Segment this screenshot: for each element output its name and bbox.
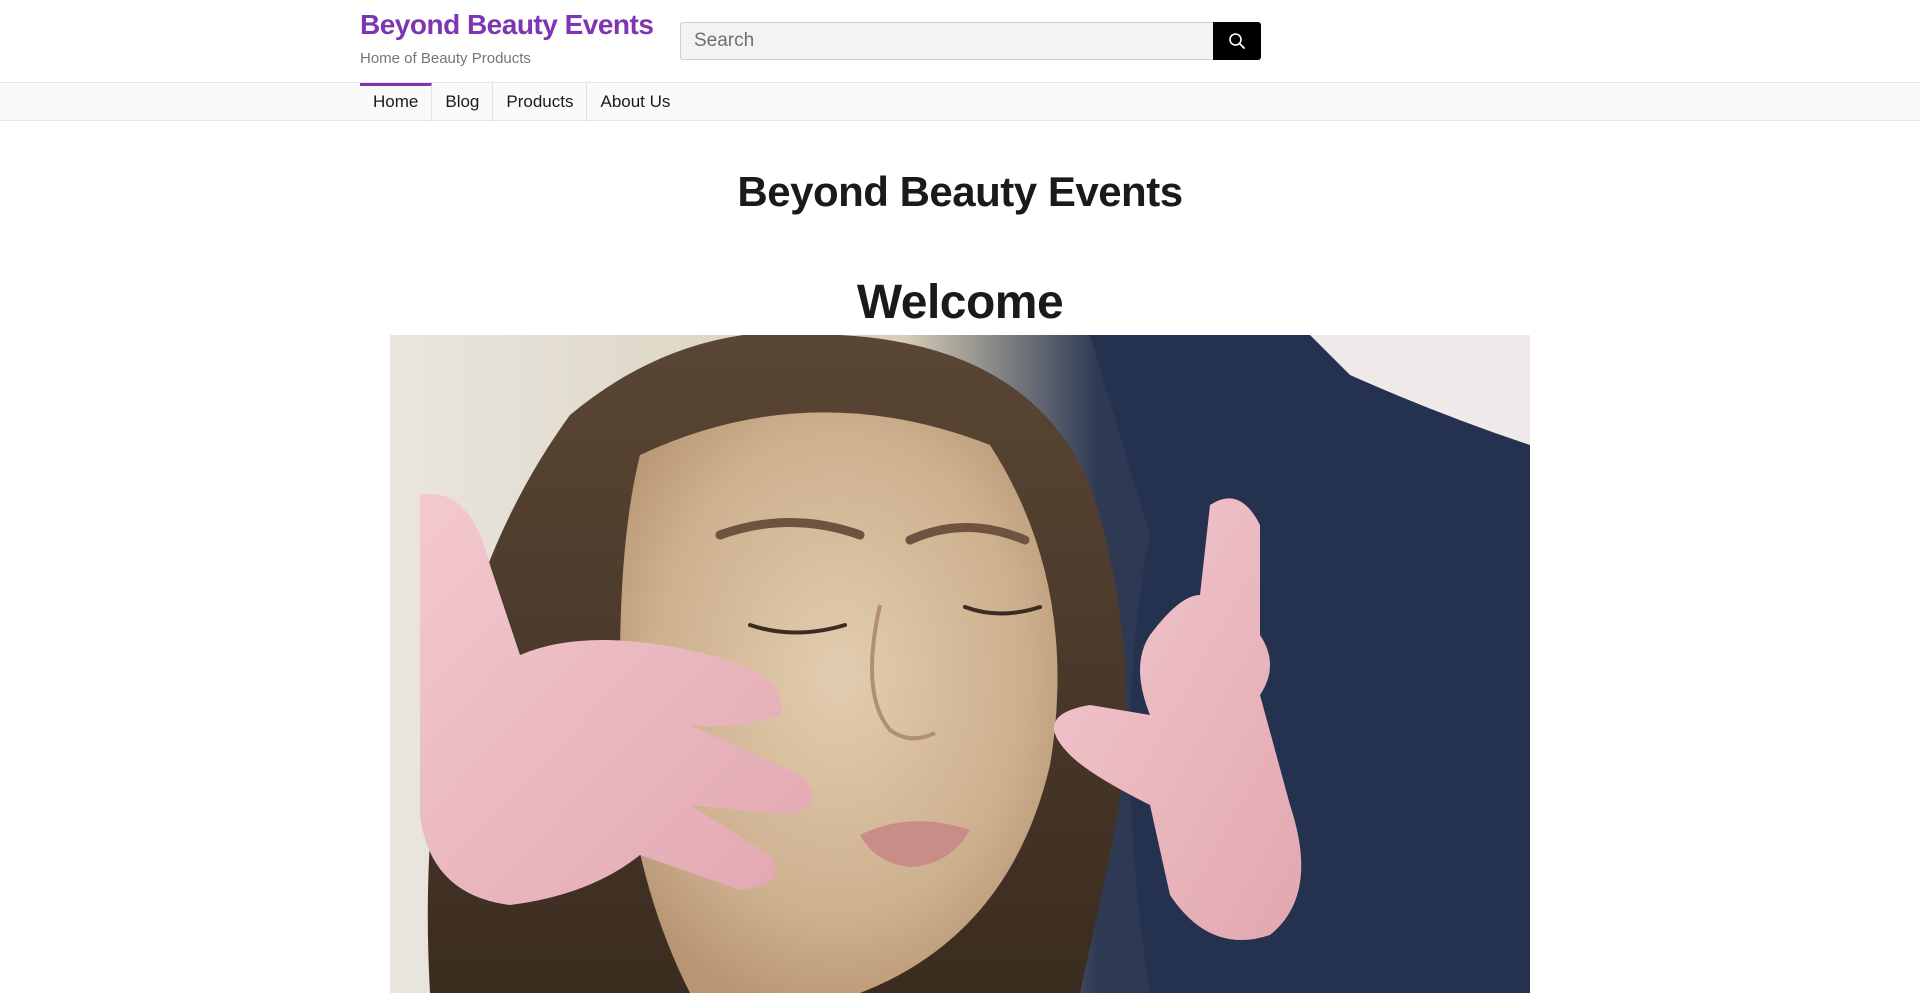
page-title: Beyond Beauty Events bbox=[737, 168, 1183, 215]
search-button[interactable] bbox=[1213, 22, 1261, 60]
nav-item-about-us[interactable]: About Us bbox=[587, 83, 683, 121]
site-tagline: Home of Beauty Products bbox=[360, 50, 531, 67]
nav-item-home[interactable]: Home bbox=[360, 83, 433, 121]
main-navigation: Home Blog Products About Us bbox=[0, 82, 1920, 121]
hero-image bbox=[390, 335, 1530, 993]
nav-list: Home Blog Products About Us bbox=[360, 83, 683, 121]
hero-illustration bbox=[390, 335, 1530, 993]
search-icon bbox=[1229, 33, 1245, 49]
site-title[interactable]: Beyond Beauty Events bbox=[360, 9, 654, 41]
nav-item-products[interactable]: Products bbox=[493, 83, 588, 121]
welcome-heading: Welcome bbox=[856, 276, 1064, 329]
site-header: Beyond Beauty Events Home of Beauty Prod… bbox=[0, 0, 1920, 82]
search-input[interactable] bbox=[680, 22, 1213, 60]
search-form bbox=[680, 22, 1261, 60]
nav-item-blog[interactable]: Blog bbox=[432, 83, 494, 121]
